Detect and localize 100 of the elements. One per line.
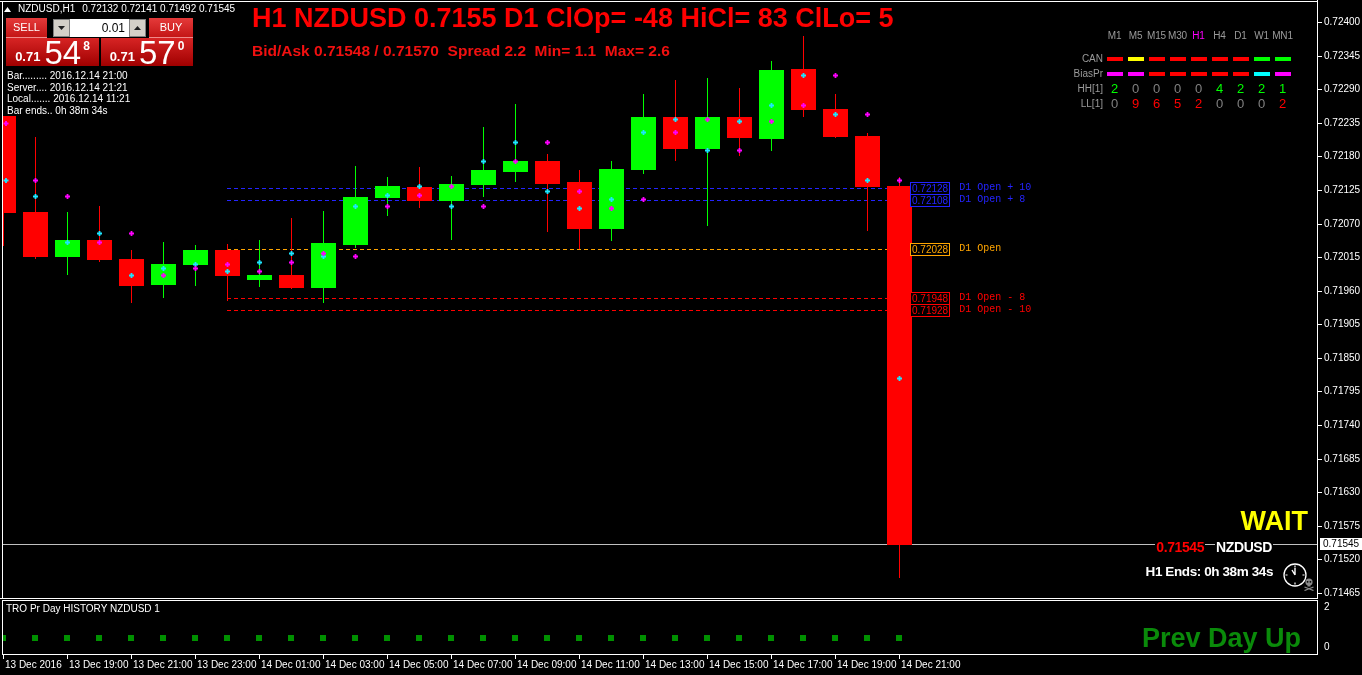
price-axis-label: 0.72235 [1324,116,1361,129]
signal-marker [224,635,230,641]
row-label: LL[1] [1080,97,1104,110]
cross-marker [288,259,295,266]
cross-marker [128,230,135,237]
candle [183,244,208,287]
price-axis-label: 0.71740 [1324,419,1361,432]
cross-marker [32,193,39,200]
signal-marker [192,635,198,641]
cross-marker [704,147,711,154]
lot-increase-button[interactable] [129,19,146,37]
price-axis-label: 0.72400 [1324,16,1361,28]
count-value: 4 [1215,81,1224,96]
time-axis-label: 13 Dec 21:00 [133,659,193,671]
cross-marker [96,230,103,237]
count-value: 2 [1236,81,1245,96]
cross-marker [384,192,391,199]
candle [471,126,496,198]
price-axis-label: 0.71905 [1324,318,1361,331]
signal-marker [96,635,102,641]
signal-marker [448,635,454,641]
time-axis-label: 13 Dec 23:00 [197,659,257,671]
cross-marker [640,196,647,203]
skull-icon [1304,578,1314,591]
price-axis-label: 0.71685 [1324,452,1361,465]
timeframe-label: H1 [1192,29,1205,43]
signal-marker [32,635,38,641]
info-line: Bar......... 2016.12.14 21:00 [7,70,129,82]
time-axis-label: 14 Dec 21:00 [901,659,961,671]
symbol-timeframe-label: NZDUSD,H1 [18,3,76,15]
buy-button[interactable]: BUY [149,18,193,38]
candle [727,87,752,157]
level-label: D1 Open + 8 [959,194,1026,207]
info-line: Local....... 2016.12.14 11:21 [7,93,132,106]
count-value: 0 [1215,96,1224,111]
count-value: 0 [1152,81,1161,96]
indicator-status-text: Prev Day Up [1141,623,1301,653]
cross-marker [64,239,71,246]
signal-marker [832,635,838,641]
time-axis-label: 14 Dec 05:00 [389,659,449,671]
cross-marker [64,193,71,200]
signal-marker [736,635,742,641]
cross-marker [896,375,903,382]
row-label: HH[1] [1077,82,1104,95]
signal-text: WAIT [1239,506,1309,536]
cross-marker [352,203,359,210]
row-label: BiasPr [1073,67,1104,80]
candle [151,241,176,299]
sell-button[interactable]: SELL [6,18,47,38]
cross-marker [352,253,359,260]
clock-icon [1283,563,1307,587]
cross-marker [800,102,807,109]
signal-marker [416,635,422,641]
lot-decrease-button[interactable] [53,19,70,37]
cross-marker [416,192,423,199]
candle [375,176,400,217]
cross-marker [608,205,615,212]
time-axis-label: 14 Dec 11:00 [581,659,640,671]
caret-up-icon[interactable] [4,6,11,12]
lot-size-input[interactable]: 0.01 [70,19,129,37]
signal-marker [544,635,550,641]
count-value: 2 [1194,96,1203,111]
time-axis-label: 13 Dec 2016 [5,659,62,671]
signal-marker [704,635,710,641]
indicator-axis-label: 0 [1324,641,1330,653]
cross-marker [768,118,775,125]
cross-marker [800,72,807,79]
timeframe-label: MN1 [1272,29,1293,43]
count-value: 6 [1152,96,1161,111]
tag-price: 0.71545 [1155,539,1206,555]
signal-marker [512,635,518,641]
signal-marker [64,635,70,641]
cross-marker [416,183,423,190]
chart-headline: H1 NZDUSD 0.7155 D1 ClOp= -48 HiCl= 83 ClLo= 5 [252,2,894,34]
count-value: 0 [1257,96,1266,111]
signal-marker [3,635,6,641]
cross-marker [832,111,839,118]
time-axis-label: 14 Dec 13:00 [645,659,705,671]
timeframe-label: M15 [1147,29,1166,43]
count-value: 2 [1257,81,1266,96]
signal-marker [896,635,902,641]
tag-symbol: NZDUSD [1215,539,1273,555]
cross-marker [864,111,871,118]
timeframe-label: M1 [1107,29,1122,43]
price-axis-label: 0.71850 [1324,351,1361,364]
bar-timer-text: H1 Ends: 0h 38m 34s [1145,564,1273,580]
candle [55,211,80,276]
price-axis-label: 0.71960 [1324,284,1361,297]
ohlc-values: 0.72132 0.72141 0.71492 0.71545 [82,3,236,15]
level-price-tag: 0.72028 [910,242,951,256]
cross-marker [480,158,487,165]
signal-marker [256,635,262,641]
cross-marker [448,203,455,210]
price-axis-label: 0.71520 [1324,553,1361,566]
price-axis-label: 0.71630 [1324,486,1361,499]
candle [439,175,464,241]
cross-marker [256,268,263,275]
count-value: 2 [1110,81,1119,96]
signal-marker [864,635,870,641]
cross-marker [576,188,583,195]
